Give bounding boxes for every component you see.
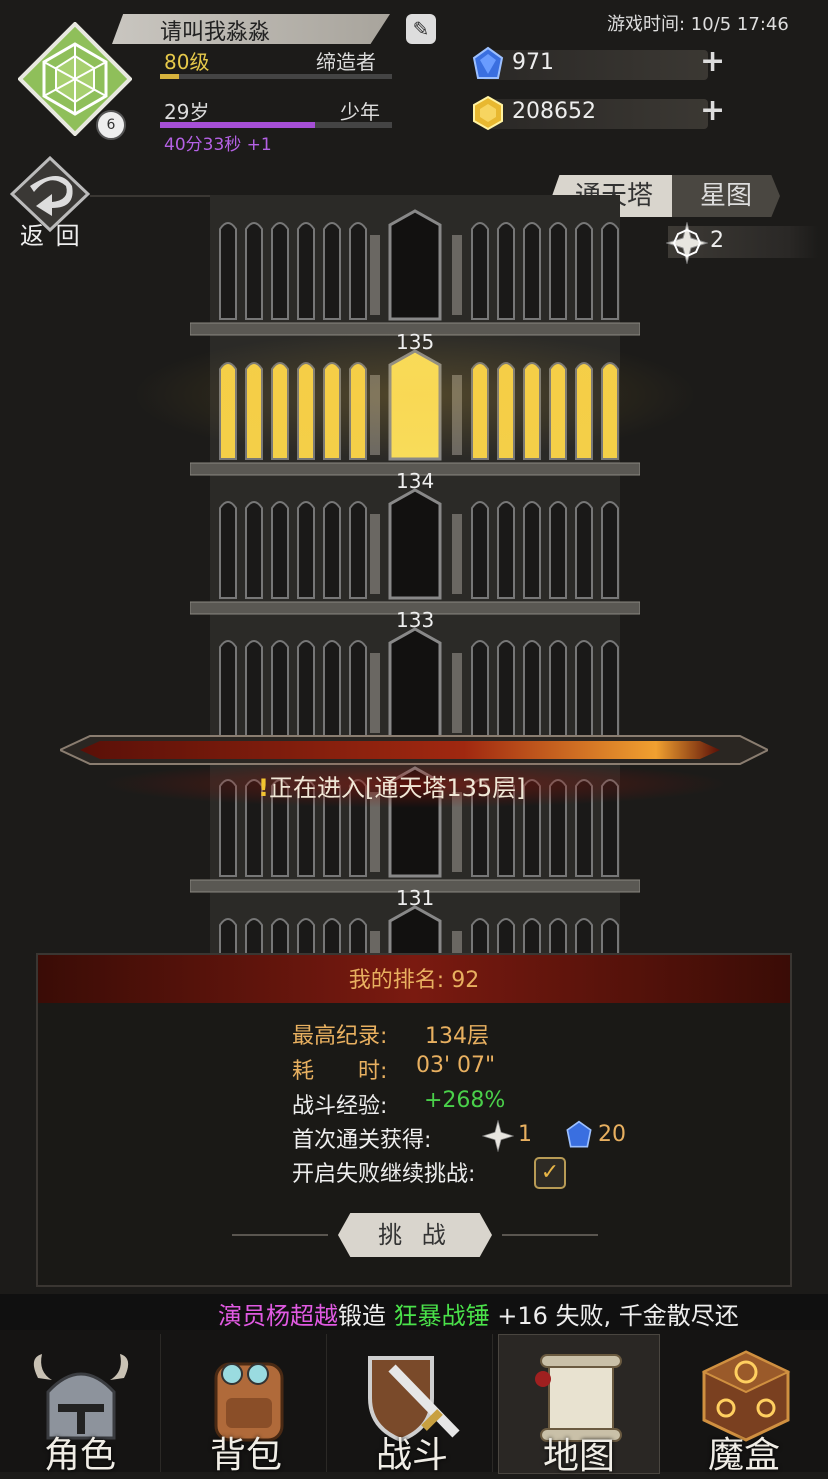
back-label[interactable]: 返 回 xyxy=(20,216,82,251)
nav-label: 角色 xyxy=(43,1435,116,1476)
player-level: 80级 xyxy=(164,50,210,74)
battle-exp-label: 战斗经验: xyxy=(292,1094,388,1119)
nav-battle[interactable]: 战斗 xyxy=(332,1334,493,1476)
my-rank: 我的排名: 92 xyxy=(348,968,480,993)
nav-label: 背包 xyxy=(209,1435,282,1476)
add-gold-button[interactable]: + xyxy=(700,93,725,128)
age-progress-bar xyxy=(160,122,392,128)
entering-floor-text: !正在进入[通天塔135层] xyxy=(258,768,526,803)
divider-right xyxy=(502,1234,598,1236)
gold-icon xyxy=(473,95,503,131)
star-token-icon xyxy=(666,222,708,264)
star-token-icon xyxy=(482,1120,514,1152)
nav-backpack[interactable]: 背包 xyxy=(166,1334,327,1476)
nav-magic-box[interactable]: 魔盒 xyxy=(664,1334,824,1476)
floor-number[interactable]: 131 xyxy=(396,886,434,910)
nav-map[interactable]: 地图 xyxy=(498,1334,660,1477)
tab-star-map[interactable]: 星图 xyxy=(672,175,780,217)
battle-exp-value: +268% xyxy=(424,1088,506,1113)
time-label: 耗 时: xyxy=(292,1059,388,1084)
first-clear-star-amount: 1 xyxy=(518,1122,532,1147)
continue-on-fail-checkbox[interactable]: ✓ xyxy=(534,1157,566,1189)
edit-name-icon[interactable]: ✎ xyxy=(406,14,436,44)
player-age: 29岁 xyxy=(164,100,210,124)
player-name: 请叫我淼淼 xyxy=(160,20,271,45)
ticker-item: 狂暴战锤 xyxy=(393,1302,490,1330)
nav-label: 战斗 xyxy=(375,1435,448,1476)
floor-number[interactable]: 134 xyxy=(396,469,434,493)
first-clear-label: 首次通关获得: xyxy=(292,1128,432,1153)
gem-count: 971 xyxy=(512,50,554,75)
life-stage: 少年 xyxy=(340,100,380,124)
add-gems-button[interactable]: + xyxy=(700,44,725,79)
floor-number[interactable]: 135 xyxy=(396,330,434,354)
floor-number[interactable]: 133 xyxy=(396,608,434,632)
game-time: 游戏时间: 10/5 17:46 xyxy=(607,14,789,35)
star-count: 2 xyxy=(710,228,724,253)
ticker-player: 演员杨超越 xyxy=(218,1302,338,1330)
nav-label: 地图 xyxy=(542,1436,615,1477)
gold-count: 208652 xyxy=(512,99,596,124)
ticker-message: 演员杨超越锻造 狂暴战锤 +16 失败, 千金散尽还 xyxy=(218,1296,739,1331)
warning-icon: ! xyxy=(258,774,269,802)
best-record-value: 134层 xyxy=(425,1024,489,1049)
gem-icon xyxy=(472,46,504,79)
divider-left xyxy=(232,1234,328,1236)
level-progress-bar xyxy=(160,74,392,79)
entering-label: 正在进入[通天塔135层] xyxy=(268,774,526,802)
gem-icon xyxy=(566,1120,592,1148)
ticker-action: 锻造 xyxy=(338,1302,394,1330)
nav-label: 魔盒 xyxy=(707,1435,780,1476)
first-clear-gem-amount: 20 xyxy=(598,1122,626,1147)
avatar-level-badge: 6 xyxy=(96,110,126,140)
challenge-button[interactable]: 挑 战 xyxy=(338,1213,492,1257)
tower-illustration xyxy=(190,195,640,955)
time-value: 03' 07" xyxy=(416,1053,496,1078)
continue-on-fail-label: 开启失败继续挑战: xyxy=(292,1162,476,1187)
ticker-rest: +16 失败, 千金散尽还 xyxy=(489,1302,739,1330)
age-timer: 40分33秒 +1 xyxy=(164,135,272,155)
player-title: 缔造者 xyxy=(316,50,376,74)
best-record-label: 最高纪录: xyxy=(292,1024,388,1049)
nav-character[interactable]: 角色 xyxy=(0,1334,161,1476)
